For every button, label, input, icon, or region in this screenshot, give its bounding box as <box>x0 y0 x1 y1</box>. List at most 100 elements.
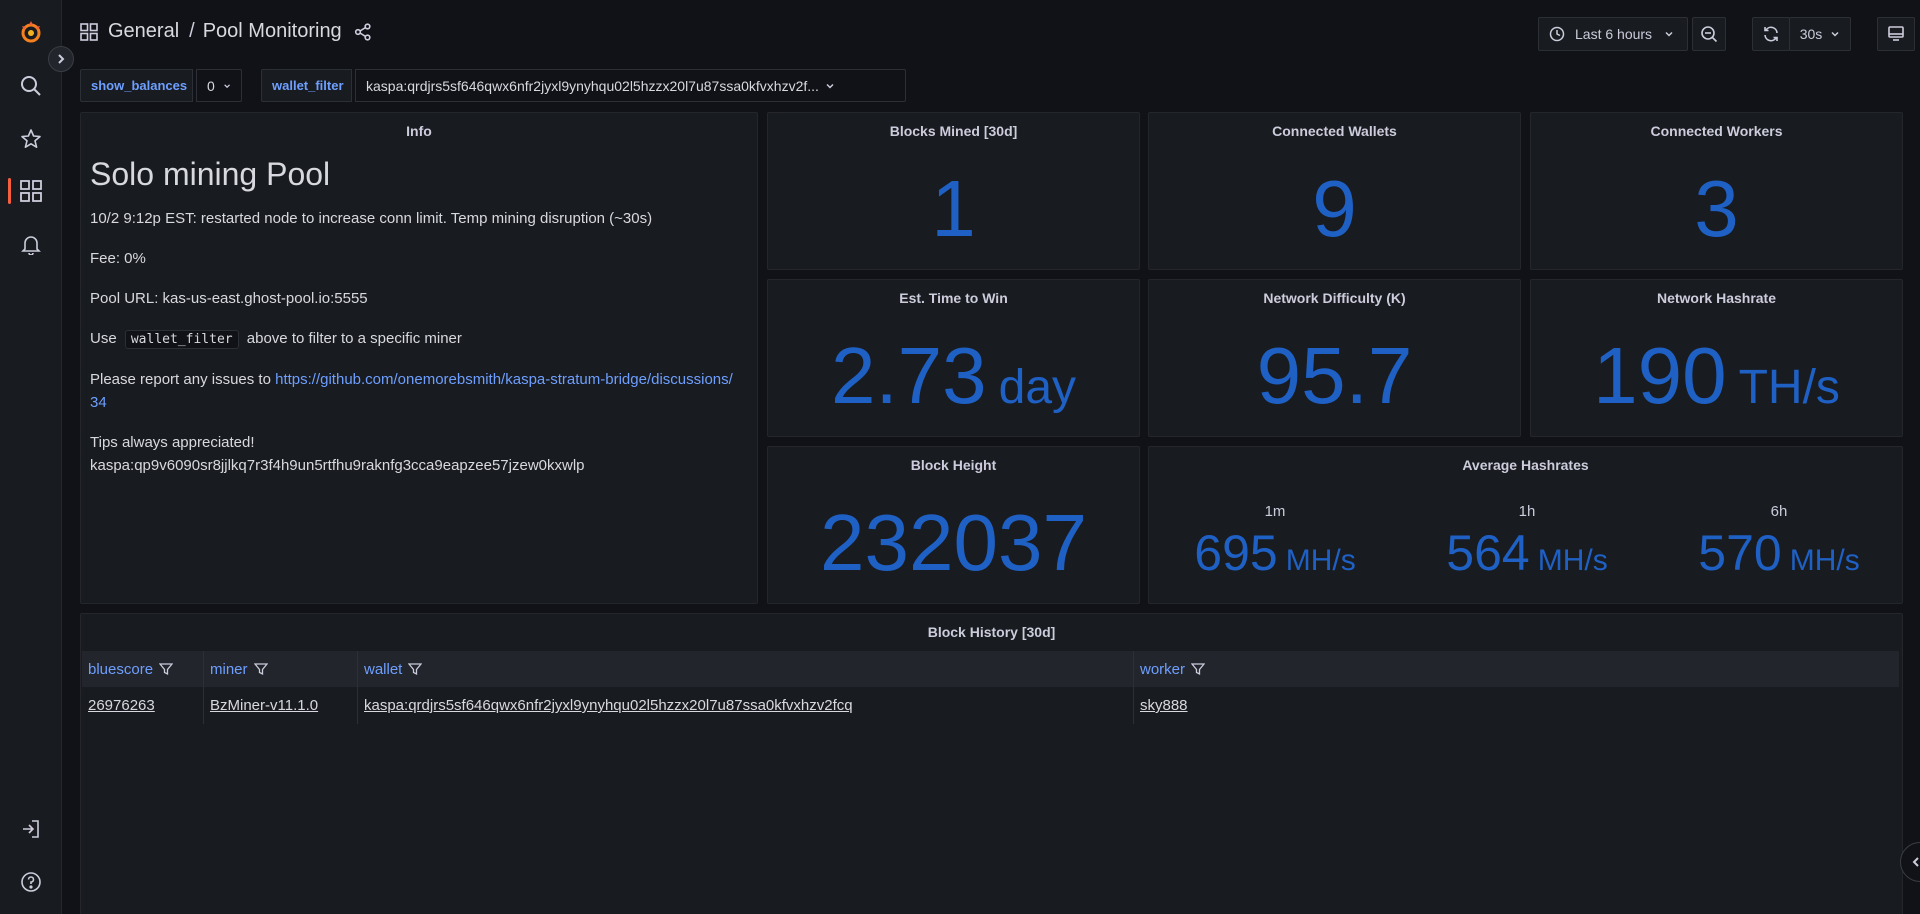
time-range-label: Last 6 hours <box>1575 26 1653 42</box>
chevron-down-icon <box>1665 31 1673 37</box>
info-usage-prefix: Use <box>90 330 117 347</box>
column-label: worker <box>1140 660 1186 678</box>
time-range-picker[interactable]: Last 6 hours <box>1538 17 1688 51</box>
chevron-left-icon <box>1912 857 1919 867</box>
avg-hashrate-1h: 1h 564 MH/s <box>1427 503 1627 582</box>
info-fee: Fee: 0% <box>90 250 146 267</box>
dashboards-icon[interactable] <box>15 175 47 207</box>
panel-title: Network Difficulty (K) <box>1263 290 1406 306</box>
cell-miner[interactable]: BzMiner-v11.1.0 <box>203 687 357 724</box>
wallet-filter-value: kaspa:qrdjrs5sf646qwx6nfr2jyxl9ynyhqu02l… <box>366 77 819 94</box>
filter-icon[interactable] <box>408 662 423 676</box>
show-balances-value: 0 <box>207 77 215 94</box>
refresh-button[interactable] <box>1752 17 1790 51</box>
grafana-logo-icon[interactable] <box>15 16 47 48</box>
topbar: General / Pool Monitoring Last 6 hours 3… <box>62 0 1920 64</box>
cell-wallet[interactable]: kaspa:qrdjrs5sf646qwx6nfr2jyxl9ynyhqu02l… <box>357 687 1133 724</box>
filter-icon[interactable] <box>253 662 268 676</box>
star-icon[interactable] <box>15 123 47 155</box>
show-balances-select[interactable]: 0 <box>196 69 242 102</box>
panel-title: Average Hashrates <box>1462 457 1589 473</box>
avg-unit: MH/s <box>1789 544 1860 577</box>
info-report: Please report any issues to https://gith… <box>90 368 737 414</box>
zoom-out-icon <box>1701 26 1718 43</box>
variable-label-wallet-filter: wallet_filter <box>261 69 352 102</box>
dashboards-icon <box>80 22 98 41</box>
sidebar-expand-button[interactable] <box>48 46 74 72</box>
avg-number: 570 <box>1698 525 1782 581</box>
stat-value: 232037 <box>820 498 1087 587</box>
panel-title: Block History [30d] <box>927 624 1056 640</box>
cell-worker[interactable]: sky888 <box>1133 687 1633 724</box>
info-tips-heading: Tips always appreciated! <box>90 434 255 451</box>
avg-label: 1m <box>1264 503 1286 520</box>
info-usage: Use wallet_filter above to filter to a s… <box>90 327 737 351</box>
stat-number: 190 <box>1593 331 1727 420</box>
info-report-prefix: Please report any issues to <box>90 371 271 388</box>
info-tips-address: kaspa:qp9v6090sr8jjlkq7r3f4h9un5rtfhu9ra… <box>90 457 585 474</box>
column-header-worker[interactable]: worker <box>1133 651 1900 687</box>
refresh-interval-picker[interactable]: 30s <box>1789 17 1851 51</box>
breadcrumb-folder[interactable]: General <box>108 20 179 43</box>
avg-unit: MH/s <box>1537 544 1608 577</box>
zoom-out-button[interactable] <box>1692 17 1726 51</box>
avg-unit: MH/s <box>1285 544 1356 577</box>
share-icon[interactable] <box>354 22 372 41</box>
column-header-wallet[interactable]: wallet <box>357 651 1133 687</box>
stat-value: 2.73 day <box>768 330 1139 422</box>
average-hashrates-panel: Average Hashrates 1m 695 MH/s 1h 564 MH/s … <box>1148 446 1903 604</box>
network-hashrate-panel: Network Hashrate 190 TH/s <box>1530 279 1903 437</box>
breadcrumb-separator: / <box>189 20 195 42</box>
panel-title: Connected Workers <box>1650 123 1783 139</box>
variable-label-show-balances: show_balances <box>80 69 193 102</box>
stat-value: 1 <box>931 164 976 253</box>
network-difficulty-panel: Network Difficulty (K) 95.7 <box>1148 279 1521 437</box>
info-usage-suffix: above to filter to a specific miner <box>246 330 462 347</box>
avg-label: 1h <box>1518 503 1536 520</box>
info-content: Solo mining Pool 10/2 9:12p EST: restart… <box>90 155 737 494</box>
bell-icon[interactable] <box>15 228 47 260</box>
wallet-filter-select[interactable]: kaspa:qrdjrs5sf646qwx6nfr2jyxl9ynyhqu02l… <box>355 69 906 102</box>
stat-value: 190 TH/s <box>1531 330 1902 422</box>
blocks-mined-panel: Blocks Mined [30d] 1 <box>767 112 1140 270</box>
chevron-down-icon <box>826 83 834 89</box>
search-icon[interactable] <box>15 70 47 102</box>
filter-icon[interactable] <box>1191 662 1206 676</box>
tv-mode-button[interactable] <box>1877 17 1915 51</box>
avg-value: 695 MH/s <box>1175 524 1375 582</box>
breadcrumb: General / Pool Monitoring <box>80 20 372 43</box>
clock-icon <box>1549 26 1565 42</box>
chevron-down-icon <box>224 83 230 88</box>
refresh-interval-label: 30s <box>1799 26 1823 42</box>
avg-hashrate-1m: 1m 695 MH/s <box>1175 503 1375 582</box>
sign-in-icon[interactable] <box>15 813 47 845</box>
info-tips: Tips always appreciated! kaspa:qp9v6090s… <box>90 431 737 477</box>
cell-bluescore[interactable]: 26976263 <box>82 687 203 724</box>
stat-number: 2.73 <box>830 331 987 420</box>
avg-label: 6h <box>1770 503 1788 520</box>
sidebar <box>0 0 62 914</box>
chevron-down-icon <box>1831 31 1839 37</box>
info-pool-url: Pool URL: kas-us-east.ghost-pool.io:5555 <box>90 290 368 307</box>
panel-title: Info <box>406 123 432 139</box>
info-notice: 10/2 9:12p EST: restarted node to increa… <box>90 210 653 227</box>
panel-title: Est. Time to Win <box>899 290 1008 306</box>
column-header-bluescore[interactable]: bluescore <box>82 651 203 687</box>
stat-value: 95.7 <box>1256 331 1413 420</box>
stat-value: 3 <box>1694 164 1739 253</box>
help-icon[interactable] <box>15 866 47 898</box>
avg-hashrate-6h: 6h 570 MH/s <box>1679 503 1879 582</box>
filter-icon[interactable] <box>159 662 174 676</box>
avg-number: 564 <box>1446 525 1530 581</box>
chevron-right-icon <box>58 54 65 64</box>
inline-code: wallet_filter <box>124 330 239 349</box>
page-title: Pool Monitoring <box>202 20 342 42</box>
block-height-panel: Block Height 232037 <box>767 446 1140 604</box>
avg-value: 570 MH/s <box>1679 524 1879 582</box>
monitor-icon <box>1888 26 1904 41</box>
connected-wallets-panel: Connected Wallets 9 <box>1148 112 1521 270</box>
column-header-miner[interactable]: miner <box>203 651 357 687</box>
panel-title: Blocks Mined [30d] <box>889 123 1018 139</box>
panel-collapse-handle[interactable] <box>1900 842 1920 882</box>
column-label: wallet <box>364 660 403 678</box>
